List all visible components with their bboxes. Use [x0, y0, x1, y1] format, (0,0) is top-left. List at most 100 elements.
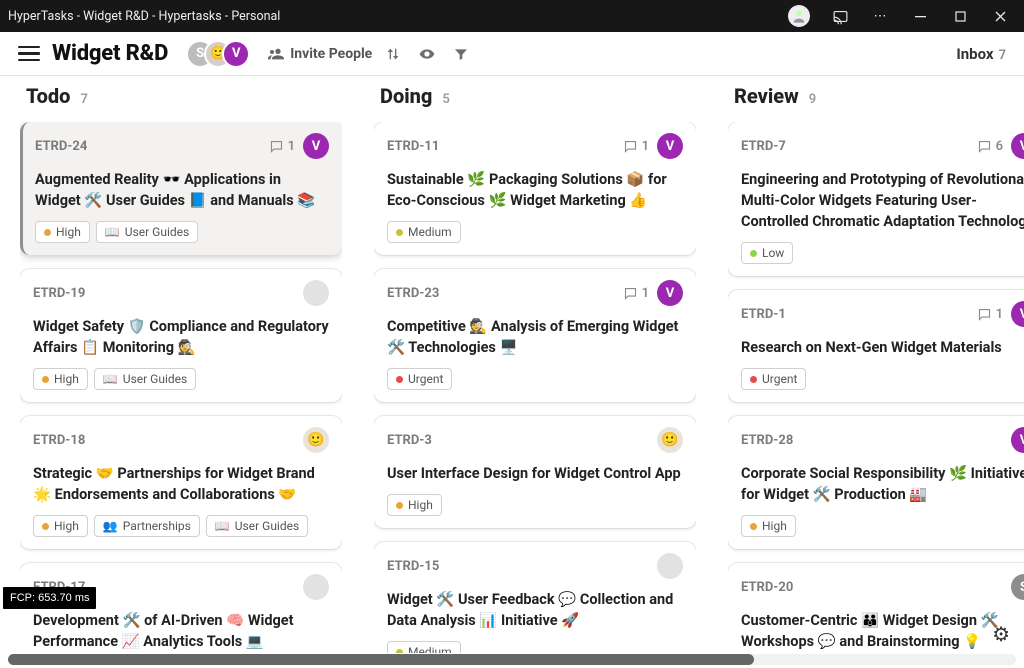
settings-icon[interactable]: ⚙ [992, 622, 1010, 646]
task-card[interactable]: ETRD-28 V Corporate Social Responsibilit… [728, 416, 1024, 549]
card-meta: V [1011, 427, 1024, 453]
task-card[interactable]: ETRD-3 User Interface Design for Widget … [374, 416, 696, 528]
member-avatars[interactable]: S 🙂 V [186, 40, 250, 68]
tag-chip[interactable]: High [33, 515, 88, 537]
assignee-avatar[interactable]: V [657, 280, 683, 306]
column-count: 5 [442, 92, 449, 107]
inbox-count: 7 [999, 48, 1006, 63]
card-id: ETRD-7 [741, 139, 786, 154]
visibility-icon[interactable] [414, 41, 440, 67]
titlebar-avatar[interactable] [788, 5, 810, 27]
sort-icon[interactable] [380, 41, 406, 67]
chip-text: High [408, 498, 433, 512]
window-close-icon[interactable] [980, 0, 1020, 32]
comment-count: 1 [623, 139, 649, 154]
tag-chip[interactable]: Urgent [387, 368, 452, 390]
task-card[interactable]: ETRD-20 S Customer-Centric 👪 Widget Desi… [728, 563, 1024, 653]
tag-chip[interactable]: High [387, 494, 442, 516]
card-chips: High 📖User Guides [35, 221, 329, 243]
menu-icon[interactable] [18, 43, 40, 65]
card-header: ETRD-28 V [741, 427, 1024, 453]
task-card[interactable]: ETRD-19 Widget Safety 🛡️ Compliance and … [20, 269, 342, 402]
tag-chip[interactable]: Low [741, 242, 793, 264]
assignee-avatar[interactable] [303, 427, 329, 453]
card-chips: Urgent [387, 368, 683, 390]
assignee-avatar[interactable]: V [1011, 427, 1024, 453]
column-title: Doing [380, 84, 432, 108]
column-title: Review [734, 84, 799, 108]
assignee-avatar[interactable] [657, 427, 683, 453]
card-meta [303, 280, 329, 306]
comment-count: 6 [977, 139, 1003, 154]
task-card[interactable]: ETRD-24 1 V Augmented Reality 🕶️ Applica… [20, 122, 342, 255]
tag-chip[interactable]: Medium [387, 221, 461, 243]
assignee-avatar[interactable]: S [1011, 574, 1024, 600]
card-meta: 1 V [623, 133, 683, 159]
card-chips: Medium [387, 641, 683, 653]
avatar[interactable]: V [222, 40, 250, 68]
tag-chip[interactable]: High [35, 221, 90, 243]
card-title: Customer-Centric 👪 Widget Design 🛠️ Work… [741, 610, 1024, 653]
tag-chip[interactable]: Urgent [741, 368, 806, 390]
assignee-avatar[interactable] [303, 280, 329, 306]
task-card[interactable]: ETRD-1 1 V Research on Next-Gen Widget M… [728, 290, 1024, 402]
card-chips: High [387, 494, 683, 516]
scrollbar-thumb[interactable] [8, 654, 754, 665]
column-header: Doing 5 [374, 76, 696, 122]
window-maximize-icon[interactable] [940, 0, 980, 32]
inbox-link[interactable]: Inbox 7 [956, 45, 1006, 63]
invite-people-button[interactable]: Invite People [268, 46, 372, 62]
assignee-avatar[interactable]: V [1011, 301, 1024, 327]
tag-chip[interactable]: High [33, 368, 88, 390]
cast-icon[interactable] [820, 0, 860, 32]
tag-chip[interactable]: Medium [387, 641, 461, 653]
card-chips: High 📖User Guides [33, 368, 329, 390]
card-header: ETRD-18 [33, 427, 329, 453]
card-header: ETRD-19 [33, 280, 329, 306]
card-meta [657, 553, 683, 579]
filter-icon[interactable] [448, 41, 474, 67]
task-card[interactable]: ETRD-7 6 V Engineering and Prototyping o… [728, 122, 1024, 276]
assignee-avatar[interactable]: V [657, 133, 683, 159]
card-header: ETRD-20 S [741, 574, 1024, 600]
card-title: Engineering and Prototyping of Revolutio… [741, 169, 1024, 232]
card-meta [657, 427, 683, 453]
card-id: ETRD-3 [387, 433, 432, 448]
column-body: ETRD-11 1 V Sustainable 🌿 Packaging Solu… [374, 122, 696, 653]
tag-chip[interactable]: 👥Partnerships [94, 515, 200, 537]
assignee-avatar[interactable]: V [1011, 133, 1024, 159]
card-id: ETRD-24 [35, 139, 87, 154]
assignee-avatar[interactable]: V [303, 133, 329, 159]
task-card[interactable]: ETRD-18 Strategic 🤝 Partnerships for Wid… [20, 416, 342, 549]
card-header: ETRD-1 1 V [741, 301, 1024, 327]
tag-chip[interactable]: 📖User Guides [206, 515, 308, 537]
card-header: ETRD-23 1 V [387, 280, 683, 306]
task-card[interactable]: ETRD-15 Widget 🛠️ User Feedback 💬 Collec… [374, 542, 696, 653]
card-title: User Interface Design for Widget Control… [387, 463, 683, 484]
comment-count: 1 [269, 139, 295, 154]
chip-text: Medium [408, 225, 452, 239]
card-meta: 6 V [977, 133, 1024, 159]
kanban-board: Todo 7 ETRD-24 1 V Augmented Reality 🕶️ … [20, 76, 1024, 653]
tag-chip[interactable]: 📖User Guides [96, 221, 198, 243]
card-meta: S [1011, 574, 1024, 600]
assignee-avatar[interactable] [657, 553, 683, 579]
card-title: Research on Next-Gen Widget Materials [741, 337, 1024, 358]
chip-text: User Guides [123, 372, 187, 386]
tag-chip[interactable]: High [741, 515, 796, 537]
card-id: ETRD-15 [387, 559, 439, 574]
more-icon[interactable]: ⋯ [860, 0, 900, 32]
card-title: Strategic 🤝 Partnerships for Widget Bran… [33, 463, 329, 505]
card-title: Augmented Reality 🕶️ Applications in Wid… [35, 169, 329, 211]
task-card[interactable]: ETRD-23 1 V Competitive 🕵️ Analysis of E… [374, 269, 696, 402]
card-meta: 1 V [977, 301, 1024, 327]
column-header: Todo 7 [20, 76, 342, 122]
tag-chip[interactable]: 📖User Guides [94, 368, 196, 390]
assignee-avatar[interactable] [303, 574, 329, 600]
card-meta: 1 V [623, 280, 683, 306]
chip-text: Partnerships [123, 519, 191, 533]
horizontal-scrollbar[interactable] [8, 654, 1016, 665]
window-minimize-icon[interactable] [900, 0, 940, 32]
task-card[interactable]: ETRD-11 1 V Sustainable 🌿 Packaging Solu… [374, 122, 696, 255]
card-title: Sustainable 🌿 Packaging Solutions 📦 for … [387, 169, 683, 211]
